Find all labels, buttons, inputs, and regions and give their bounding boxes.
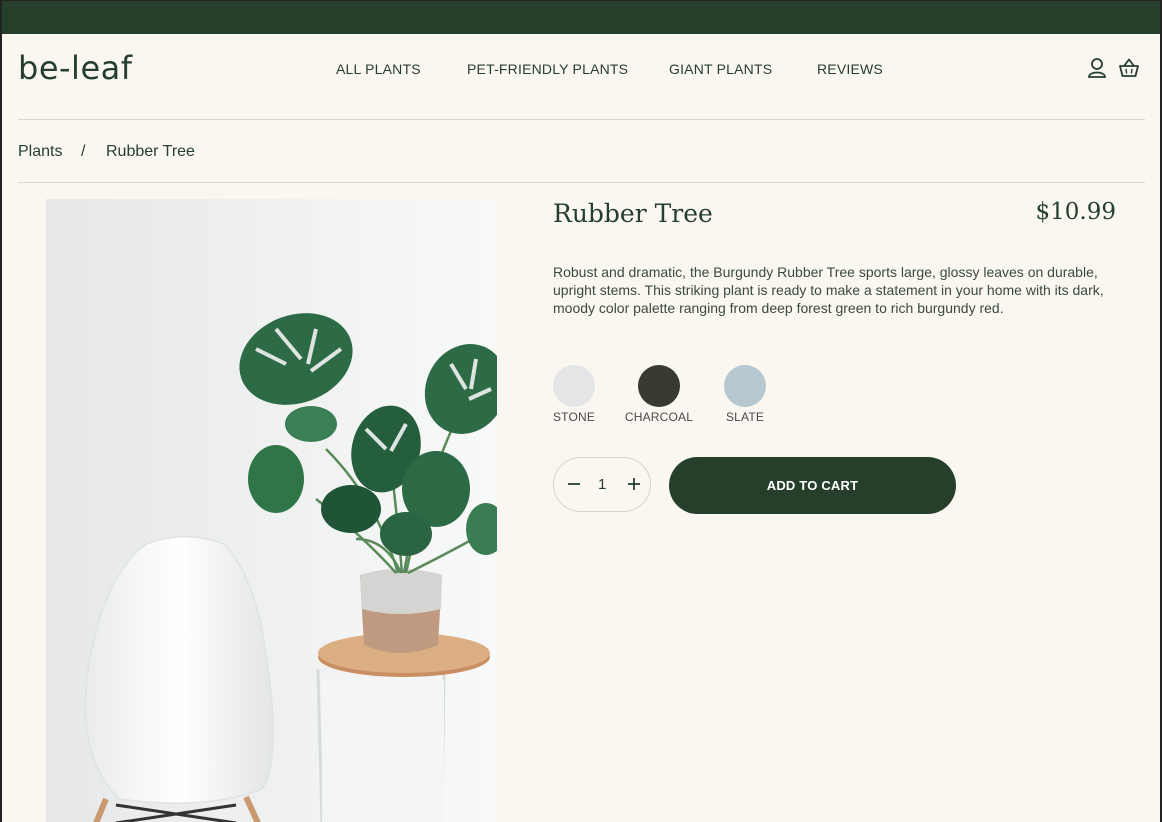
quantity-value[interactable]: 1 <box>598 476 606 493</box>
plus-icon[interactable] <box>626 474 642 494</box>
header-divider <box>18 119 1145 120</box>
breadcrumb-current: Rubber Tree <box>106 143 195 160</box>
breadcrumb-divider <box>18 182 1145 183</box>
slate-swatch[interactable] <box>724 365 766 407</box>
color-option-stone[interactable]: STONE <box>529 365 619 424</box>
product-description: Robust and dramatic, the Burgundy Rubber… <box>553 264 1104 316</box>
page: be-leaf ALL PLANTS PET-FRIENDLY PLANTS G… <box>2 1 1160 822</box>
color-label: CHARCOAL <box>624 410 694 424</box>
add-to-cart-button[interactable]: ADD TO CART <box>669 457 956 514</box>
breadcrumb-separator: / <box>81 143 86 160</box>
nav-pet-friendly-plants[interactable]: PET-FRIENDLY PLANTS <box>467 61 628 77</box>
product-price: $10.99 <box>1035 199 1116 225</box>
nav-giant-plants[interactable]: GIANT PLANTS <box>669 61 772 77</box>
breadcrumb-parent[interactable]: Plants <box>18 143 62 161</box>
color-label: SLATE <box>725 410 765 424</box>
quantity-stepper: 1 <box>553 457 651 512</box>
site-logo[interactable]: be-leaf <box>18 49 133 87</box>
user-icon[interactable] <box>1086 56 1108 80</box>
color-option-charcoal[interactable]: CHARCOAL <box>614 365 704 424</box>
announcement-bar <box>2 1 1160 34</box>
nav-reviews[interactable]: REVIEWS <box>817 61 883 77</box>
stone-swatch[interactable] <box>553 365 595 407</box>
minus-icon[interactable] <box>566 474 582 494</box>
color-label: STONE <box>552 410 596 424</box>
product-image <box>46 199 497 822</box>
product-title: Rubber Tree <box>553 199 713 228</box>
nav-all-plants[interactable]: ALL PLANTS <box>336 61 421 77</box>
basket-icon[interactable] <box>1118 56 1140 80</box>
color-option-slate[interactable]: SLATE <box>700 365 790 424</box>
charcoal-swatch[interactable] <box>638 365 680 407</box>
